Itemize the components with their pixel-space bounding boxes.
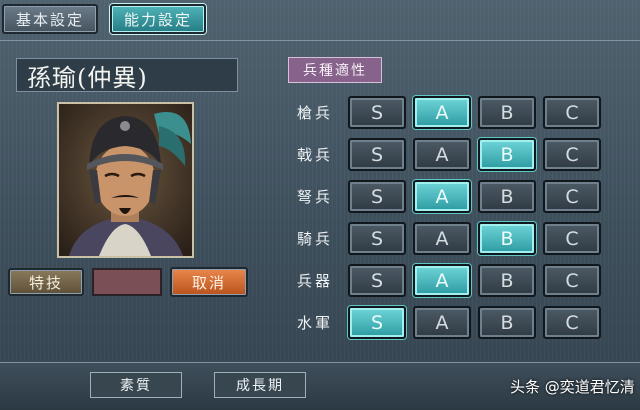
grade-button-c[interactable]: C [543,306,601,339]
grade-button-c[interactable]: C [543,222,601,255]
grade-button-a[interactable]: A [413,222,471,255]
aptitude-row-label: 騎兵 [296,229,333,248]
aptitude-row-label: 戟兵 [296,145,333,164]
tab-basic-settings[interactable]: 基本設定 [2,4,98,34]
grade-button-s[interactable]: S [348,138,406,171]
watermark: 头条 @奕道君忆清 [510,378,635,396]
grade-button-b[interactable]: B [478,306,536,339]
skill-button[interactable]: 特技 [8,268,84,296]
grade-button-b[interactable]: B [478,96,536,129]
grade-button-a[interactable]: A [413,306,471,339]
grade-button-s[interactable]: S [348,96,406,129]
grade-button-c[interactable]: C [543,138,601,171]
grade-button-a[interactable]: A [413,96,471,129]
grade-button-b[interactable]: B [478,264,536,297]
character-name: 孫瑜(仲異) [16,58,238,92]
quality-button[interactable]: 素質 [90,372,182,398]
grade-button-a[interactable]: A [413,264,471,297]
grade-button-s[interactable]: S [348,264,406,297]
growth-button[interactable]: 成長期 [214,372,306,398]
grade-button-s[interactable]: S [348,306,406,339]
grade-button-s[interactable]: S [348,180,406,213]
portrait-image [59,104,192,256]
tab-ability-settings[interactable]: 能力設定 [110,4,206,34]
cancel-button[interactable]: 取消 [170,267,248,297]
grade-button-s[interactable]: S [348,222,406,255]
grade-button-c[interactable]: C [543,264,601,297]
aptitude-row-label: 水軍 [296,313,333,332]
aptitude-row-label: 槍兵 [296,103,333,122]
character-portrait [57,102,194,258]
grade-button-c[interactable]: C [543,180,601,213]
skill-slot[interactable] [92,268,162,296]
grade-button-c[interactable]: C [543,96,601,129]
grade-button-b[interactable]: B [478,138,536,171]
aptitude-row-label: 兵器 [296,271,333,290]
grade-button-a[interactable]: A [413,180,471,213]
grade-button-b[interactable]: B [478,180,536,213]
grade-button-b[interactable]: B [478,222,536,255]
aptitude-row-label: 弩兵 [296,187,333,206]
grade-button-a[interactable]: A [413,138,471,171]
aptitude-title: 兵種適性 [288,57,382,83]
